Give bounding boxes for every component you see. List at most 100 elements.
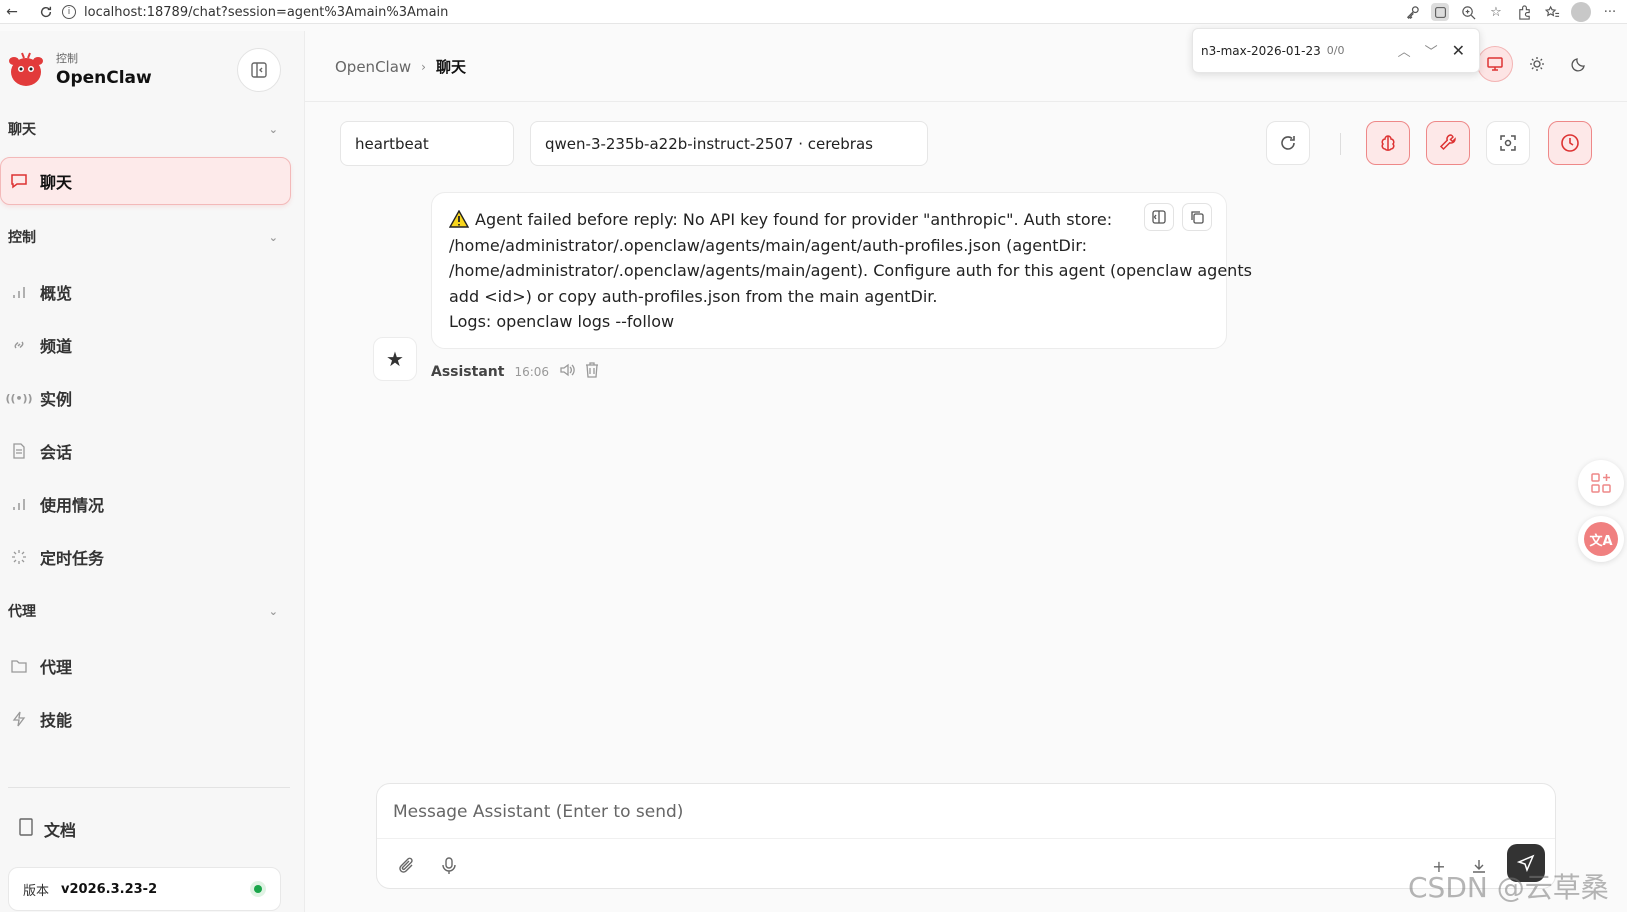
- copy-message-button[interactable]: [1182, 203, 1212, 231]
- find-match-count: 0/0: [1326, 44, 1345, 57]
- sidebar-item-label: 技能: [40, 711, 73, 730]
- bar-chart-icon: [10, 495, 28, 513]
- openclaw-logo-icon: [6, 49, 46, 89]
- group-chat-toggle[interactable]: 聊天 ⌄: [8, 119, 278, 139]
- translate-page-icon[interactable]: [1431, 3, 1449, 21]
- group-control-label: 控制: [8, 230, 36, 246]
- sidebar-item-channels[interactable]: 频道: [8, 324, 290, 366]
- session-select[interactable]: heartbeat: [340, 121, 514, 166]
- refresh-button[interactable]: [1266, 121, 1310, 165]
- focus-mode-button[interactable]: [1486, 121, 1530, 165]
- group-control-toggle[interactable]: 控制 ⌄: [8, 227, 278, 247]
- message-input[interactable]: [393, 796, 1533, 828]
- sun-icon: [1530, 57, 1544, 71]
- star-icon: ★: [386, 347, 404, 371]
- reload-icon[interactable]: [34, 0, 58, 24]
- find-next-icon[interactable]: ﹀: [1425, 41, 1438, 60]
- history-button[interactable]: [1548, 121, 1592, 165]
- find-previous-icon[interactable]: ︿: [1398, 41, 1411, 60]
- wrench-icon: [1439, 134, 1456, 151]
- message-line: add <id>) or copy auth-profiles.json fro…: [449, 286, 938, 306]
- theme-light-button[interactable]: [1519, 46, 1555, 82]
- brand: 控制 OpenClaw: [6, 49, 152, 89]
- more-icon[interactable]: ···: [1601, 3, 1619, 21]
- trash-icon[interactable]: [585, 362, 599, 382]
- brand-name: OpenClaw: [56, 68, 152, 88]
- sidebar-item-agents[interactable]: 代理: [8, 645, 290, 687]
- brand-subtitle: 控制: [56, 52, 78, 65]
- speaker-icon[interactable]: [559, 363, 575, 381]
- status-online-dot: [250, 881, 266, 897]
- sidebar-item-label: 使用情况: [40, 496, 105, 515]
- group-agent-label: 代理: [8, 604, 36, 620]
- monitor-icon: [1487, 57, 1503, 71]
- sidebar-collapse-icon: [251, 62, 267, 78]
- info-icon[interactable]: i: [62, 5, 76, 19]
- sidebar-item-label: 实例: [40, 390, 73, 409]
- sidebar-item-usage[interactable]: 使用情况: [8, 483, 290, 525]
- warning-icon: [449, 210, 469, 228]
- sidebar-item-label: 聊天: [40, 173, 73, 192]
- chevron-down-icon: ⌄: [268, 604, 278, 618]
- extensions-icon[interactable]: [1515, 3, 1533, 21]
- sidebar-item-label: 会话: [40, 443, 73, 462]
- message-line: /home/administrator/.openclaw/agents/mai…: [449, 235, 1088, 255]
- microphone-icon[interactable]: [437, 854, 461, 878]
- assistant-message-bubble: Agent failed before reply: No API key fo…: [431, 192, 1252, 349]
- favorites-icon[interactable]: [1543, 3, 1561, 21]
- sidebar-item-label: 频道: [40, 337, 73, 356]
- radio-signal-icon: ((•)): [5, 391, 33, 405]
- sidebar-item-chat[interactable]: 聊天: [0, 157, 291, 205]
- profile-avatar[interactable]: [1571, 2, 1591, 22]
- model-select-value: qwen-3-235b-a22b-instruct-2507 · cerebra…: [545, 134, 873, 153]
- find-input[interactable]: n3-max-2026-01-23: [1201, 44, 1321, 58]
- lightning-icon: [10, 710, 28, 728]
- model-select[interactable]: qwen-3-235b-a22b-instruct-2507 · cerebra…: [530, 121, 928, 166]
- brain-icon: [1381, 135, 1395, 151]
- sidebar-item-sessions[interactable]: 会话: [8, 430, 290, 472]
- attach-icon[interactable]: [395, 854, 419, 878]
- header-divider: [305, 101, 1627, 102]
- open-side-panel-button[interactable]: [1144, 203, 1174, 231]
- side-panel-icon: [1152, 210, 1166, 224]
- breadcrumb-separator: ›: [421, 59, 426, 74]
- assistant-avatar: ★: [373, 337, 417, 381]
- tools-toggle-button[interactable]: [1426, 121, 1470, 165]
- docs-link[interactable]: 文档: [18, 817, 76, 841]
- sidebar-item-skills[interactable]: 技能: [8, 698, 290, 740]
- toolbar-separator: [1340, 133, 1341, 155]
- apps-float-button[interactable]: [1578, 460, 1624, 506]
- refresh-icon: [1281, 136, 1295, 150]
- moon-icon: [1571, 58, 1585, 72]
- group-agent-toggle[interactable]: 代理 ⌄: [8, 601, 278, 621]
- zoom-icon[interactable]: [1459, 3, 1477, 21]
- message-time: 16:06: [514, 365, 550, 379]
- thinking-toggle-button[interactable]: [1366, 121, 1410, 165]
- address-bar[interactable]: i localhost:18789/chat?session=agent%3Am…: [56, 1, 1396, 23]
- theme-system-button[interactable]: [1477, 46, 1513, 82]
- message-line: Agent failed before reply: No API key fo…: [449, 207, 1210, 233]
- message-line: Logs: openclaw logs --follow: [449, 312, 675, 331]
- close-icon[interactable]: ✕: [1452, 41, 1465, 60]
- sidebar-item-label: 代理: [40, 658, 73, 677]
- docs-label: 文档: [44, 821, 77, 840]
- page-title: 聊天: [435, 58, 466, 76]
- key-icon[interactable]: [1403, 3, 1421, 21]
- translate-float-button[interactable]: 文A: [1578, 516, 1624, 562]
- theme-dark-button[interactable]: [1561, 46, 1597, 82]
- collapse-sidebar-button[interactable]: [237, 48, 281, 92]
- sidebar-item-label: 概览: [40, 284, 73, 303]
- browser-toolbar: ← i localhost:18789/chat?session=agent%3…: [0, 0, 1627, 24]
- breadcrumb-root[interactable]: OpenClaw: [335, 58, 411, 76]
- sidebar-item-label: 定时任务: [40, 549, 105, 568]
- sidebar-item-overview[interactable]: 概览: [8, 271, 290, 313]
- theme-switcher: [1477, 46, 1597, 82]
- sidebar-item-cron[interactable]: 定时任务: [8, 536, 290, 578]
- focus-frame-icon: [1500, 135, 1516, 151]
- composer-divider: [377, 838, 1555, 839]
- back-icon[interactable]: ←: [0, 0, 24, 24]
- clock-icon: [1561, 134, 1579, 152]
- bookmark-star-icon[interactable]: ☆: [1487, 3, 1505, 21]
- message-meta: Assistant 16:06: [431, 362, 599, 382]
- sidebar-item-instances[interactable]: ((•)) 实例: [5, 377, 290, 419]
